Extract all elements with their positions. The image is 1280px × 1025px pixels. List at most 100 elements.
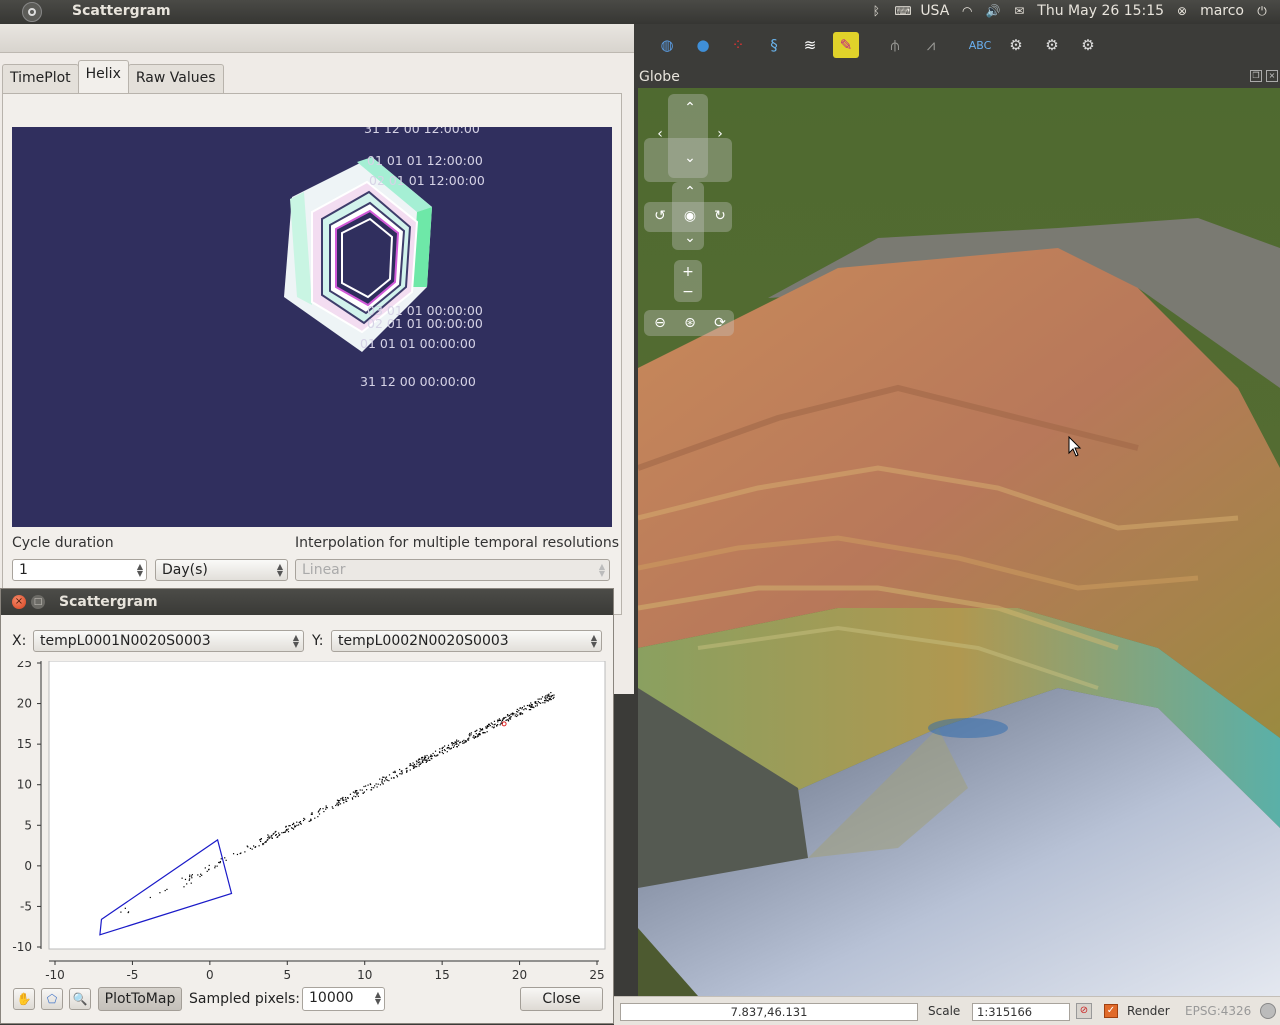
data-point	[254, 846, 257, 848]
plugin-tool-3-icon[interactable]: ⚙	[1075, 32, 1101, 58]
data-point	[191, 877, 193, 879]
power-icon[interactable]: ⏻	[1254, 4, 1270, 18]
data-point	[486, 725, 488, 727]
data-point	[512, 712, 514, 715]
data-point	[298, 821, 300, 824]
data-point	[379, 778, 381, 780]
tab-helix[interactable]: Helix	[77, 60, 129, 93]
close-button[interactable]: Close	[520, 987, 603, 1011]
globe-3d-view[interactable]: ⌃ ‹ › ⌄ ⌃ ↺ ◉ ↻ ⌄ + − ⊖ ⊛ ⟳	[638, 88, 1280, 996]
spin-arrows-icon[interactable]: ▲ ▼	[137, 563, 143, 578]
zoom-out-icon[interactable]: −	[678, 282, 698, 302]
data-point	[127, 911, 130, 913]
data-point	[547, 700, 549, 702]
pan-right-icon[interactable]: ›	[710, 124, 730, 144]
keyboard-icon[interactable]: ⌨	[894, 4, 911, 18]
data-point	[422, 761, 424, 763]
bluetooth-icon[interactable]: ᛒ	[868, 4, 884, 18]
tab-raw-values[interactable]: Raw Values	[127, 64, 224, 93]
stop-render-icon[interactable]: ⊘	[1076, 1003, 1092, 1019]
data-point	[184, 878, 187, 881]
x-band-combo[interactable]: tempL0001N0020S0003 ▲ ▼	[33, 630, 304, 652]
data-point	[421, 756, 424, 759]
mail-icon[interactable]: ✉	[1011, 4, 1027, 18]
data-point	[340, 798, 342, 800]
sync-view-icon[interactable]: ⊛	[680, 313, 700, 333]
tab-timeplot[interactable]: TimePlot	[2, 64, 79, 93]
render-checkbox[interactable]: ✓	[1104, 1004, 1118, 1018]
label-tool-icon[interactable]: ABC	[967, 32, 993, 58]
x-tick-label: 15	[435, 968, 450, 981]
crs-label[interactable]: EPSG:4326	[1185, 1004, 1251, 1018]
data-point	[530, 709, 532, 711]
data-point	[214, 865, 216, 867]
home-view-icon[interactable]: ⊖	[650, 313, 670, 333]
plugin-tool-2-icon[interactable]: ⚙	[1039, 32, 1065, 58]
polygon-select-icon[interactable]: ⬠	[41, 988, 63, 1010]
data-point	[419, 763, 422, 765]
ubuntu-logo-icon[interactable]	[22, 2, 42, 22]
rotate-right-icon[interactable]: ↻	[710, 206, 730, 226]
layers-icon[interactable]: ≋	[797, 32, 823, 58]
reset-view-icon[interactable]: ◉	[680, 206, 700, 226]
raster-tool-icon[interactable]: ✎	[833, 32, 859, 58]
globe-sync-icon[interactable]: ◍	[654, 32, 680, 58]
data-point	[417, 761, 420, 763]
plot-to-map-button[interactable]: PlotToMap	[98, 987, 182, 1011]
plugin-tool-1-icon[interactable]: ⚙	[1003, 32, 1029, 58]
zoom-in-icon[interactable]: +	[678, 262, 698, 282]
data-point	[260, 840, 262, 843]
maximize-window-icon[interactable]: □	[31, 595, 45, 609]
data-point	[225, 859, 227, 861]
helix-canvas[interactable]: 31 12 00 12:00:00 01 01 01 12:00:00 02 0…	[12, 127, 612, 527]
scatter-tool-icon[interactable]: ⁘	[725, 32, 751, 58]
data-point	[537, 698, 539, 700]
scale-field[interactable]: 1:315166	[972, 1003, 1070, 1021]
tilt-down-icon[interactable]: ⌄	[680, 228, 700, 248]
data-point	[516, 710, 518, 713]
close-panel-icon[interactable]: ×	[1266, 70, 1278, 82]
spin-arrows-icon[interactable]: ▲ ▼	[375, 991, 381, 1006]
rotate-left-icon[interactable]: ↺	[650, 206, 670, 226]
y-band-combo[interactable]: tempL0002N0020S0003 ▲ ▼	[331, 630, 602, 652]
data-point	[326, 807, 328, 809]
data-point	[288, 825, 290, 827]
data-point	[488, 725, 490, 727]
message-log-icon[interactable]	[1260, 1003, 1276, 1019]
helix-tool-icon[interactable]: §	[761, 32, 787, 58]
coordinate-field[interactable]: 7.837,46.131	[620, 1003, 918, 1021]
data-point	[376, 786, 378, 788]
clock[interactable]: Thu May 26 15:15	[1037, 3, 1164, 19]
globe-icon[interactable]: ●	[690, 32, 716, 58]
keyboard-layout[interactable]: USA	[920, 3, 949, 19]
wifi-icon[interactable]: ◠	[959, 4, 975, 18]
pan-tool-icon[interactable]: ✋	[13, 988, 35, 1010]
close-window-icon[interactable]: ×	[12, 595, 26, 609]
data-point	[181, 877, 183, 879]
data-point	[539, 698, 541, 700]
user-status-icon[interactable]: ⊗	[1174, 4, 1190, 18]
data-point	[216, 865, 218, 867]
cycle-unit-combo[interactable]: Day(s) ▲ ▼	[155, 559, 288, 581]
sampled-pixels-spinbox[interactable]: 10000 ▲ ▼	[302, 987, 385, 1011]
zoom-tool-icon[interactable]: 🔍	[69, 988, 91, 1010]
pan-down-icon[interactable]: ⌄	[680, 148, 700, 168]
combo-arrows-icon: ▲ ▼	[292, 633, 299, 649]
cycle-duration-spinbox[interactable]: 1 ▲ ▼	[12, 559, 147, 581]
data-point	[413, 763, 415, 766]
data-point	[468, 734, 470, 736]
data-point	[197, 874, 199, 876]
histogram-tool-icon[interactable]: ⩘	[918, 32, 944, 58]
data-point	[453, 743, 455, 745]
pan-left-icon[interactable]: ‹	[650, 124, 670, 144]
volume-icon[interactable]: 🔊	[985, 4, 1001, 18]
pan-up-icon[interactable]: ⌃	[680, 98, 700, 118]
profile-tool-icon[interactable]: ⫛	[882, 32, 908, 58]
data-point	[357, 792, 359, 794]
scatter-plot[interactable]: -10 -5 0 5 10 15 20 25 -10 -5 0 5 10 15 20 25	[1, 661, 613, 981]
data-point	[164, 889, 166, 892]
refresh-view-icon[interactable]: ⟳	[710, 313, 730, 333]
tilt-up-icon[interactable]: ⌃	[680, 182, 700, 202]
user-name[interactable]: marco	[1200, 3, 1244, 19]
float-panel-icon[interactable]: ❐	[1250, 70, 1262, 82]
